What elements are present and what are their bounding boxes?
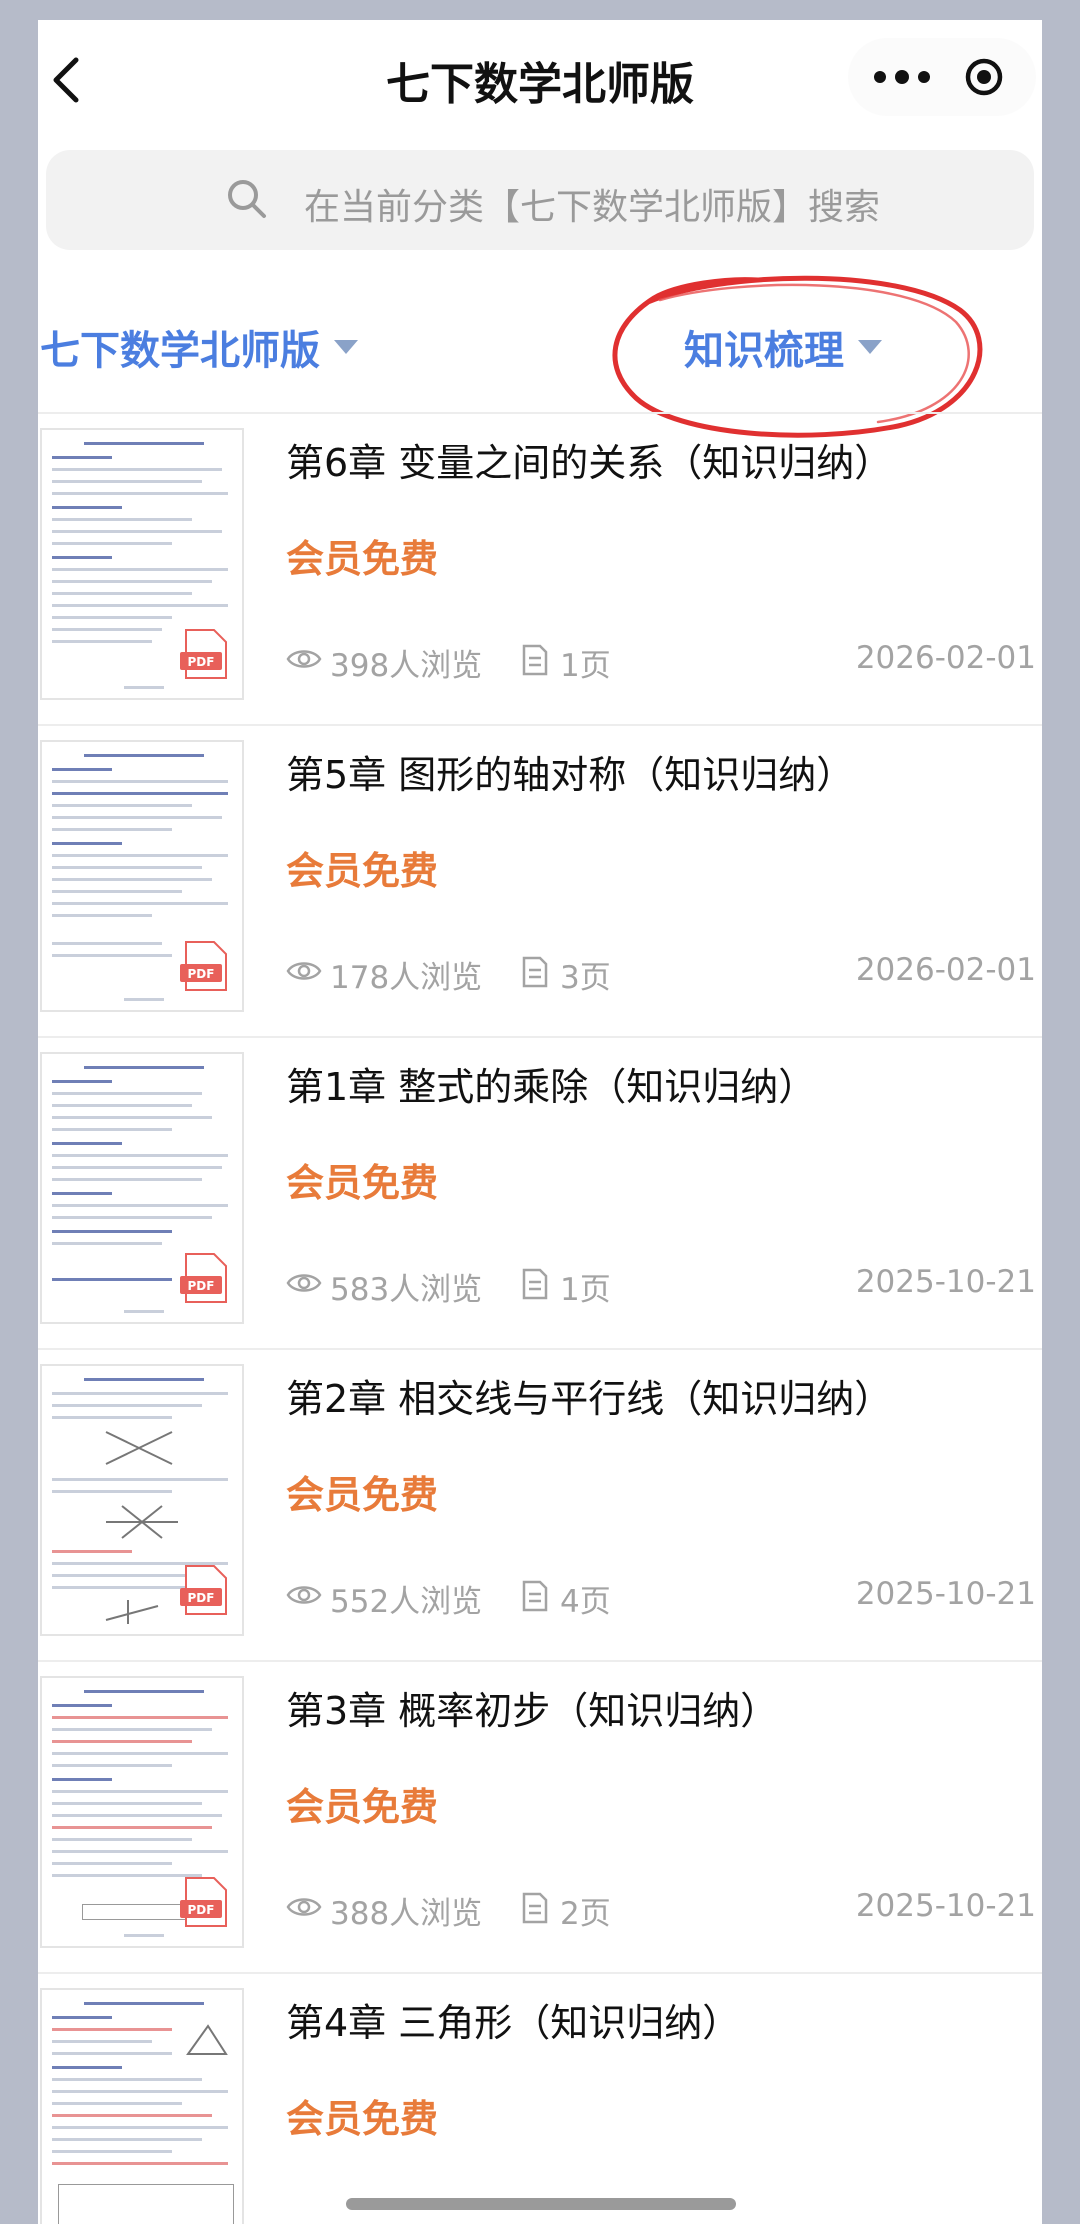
item-title: 第5章 图形的轴对称（知识归纳）	[286, 753, 855, 797]
pdf-badge-label: PDF	[188, 1903, 215, 1917]
view-count: 583人浏览	[330, 1272, 483, 1308]
close-target-icon[interactable]	[964, 57, 1004, 97]
geometry-figure	[105, 1600, 159, 1624]
list-item[interactable]: 第4章 三角形（知识归纳） 会员免费	[38, 1974, 1042, 2224]
list-item[interactable]: PDF 第6章 变量之间的关系（知识归纳） 会员免费 398人浏览 1页 202…	[38, 414, 1042, 726]
table-figure	[58, 2184, 234, 2224]
mini-program-capsule	[848, 38, 1036, 116]
publish-date: 2025-10-21	[855, 1264, 1036, 1300]
search-bar[interactable]: 在当前分类【七下数学北师版】搜索	[46, 150, 1034, 250]
document-thumbnail	[40, 1988, 244, 2224]
document-thumbnail: PDF	[40, 428, 244, 700]
caret-down-icon	[334, 340, 358, 354]
item-price: 会员免费	[286, 1161, 439, 1205]
list-item[interactable]: PDF 第1章 整式的乘除（知识归纳） 会员免费 583人浏览 1页 2025-…	[38, 1038, 1042, 1350]
page-count-icon	[522, 1268, 548, 1300]
navigation-bar: 七下数学北师版	[38, 20, 1042, 138]
pdf-badge-label: PDF	[188, 967, 215, 981]
filter-bar: 七下数学北师版 知识梳理	[38, 266, 1042, 438]
pdf-badge-label: PDF	[188, 1591, 215, 1605]
list-item[interactable]: PDF 第2章 相交线与平行线（知识归纳） 会员免费 552人浏览 4页 202…	[38, 1350, 1042, 1662]
page-count-icon	[522, 1580, 548, 1612]
publish-date: 2025-10-21	[855, 1888, 1036, 1924]
view-count: 388人浏览	[330, 1896, 483, 1932]
page-count-icon	[522, 1892, 548, 1924]
publish-date: 2026-02-01	[855, 952, 1036, 988]
search-icon	[228, 180, 266, 218]
page-count: 2页	[560, 1896, 611, 1932]
category-filter-label: 七下数学北师版	[40, 328, 320, 374]
item-price: 会员免费	[286, 1473, 439, 1517]
eye-icon	[286, 1898, 322, 1916]
eye-icon	[286, 1586, 322, 1604]
home-indicator	[346, 2198, 736, 2210]
search-placeholder: 在当前分类【七下数学北师版】搜索	[304, 187, 881, 228]
document-thumbnail: PDF	[40, 740, 244, 1012]
item-price: 会员免费	[286, 537, 439, 581]
pdf-badge-label: PDF	[188, 1279, 215, 1293]
category-filter[interactable]: 七下数学北师版	[40, 318, 358, 376]
document-thumbnail: PDF	[40, 1676, 244, 1948]
pdf-file-icon: PDF	[180, 629, 227, 679]
geometry-figure	[186, 2024, 228, 2055]
eye-icon	[286, 1274, 322, 1292]
item-meta: 552人浏览 4页 2025-10-21	[286, 1572, 1036, 1622]
page-count: 1页	[560, 648, 611, 684]
item-title: 第2章 相交线与平行线（知识归纳）	[286, 1377, 893, 1421]
item-meta: 398人浏览 1页 2026-02-01	[286, 636, 1036, 686]
pdf-file-icon: PDF	[180, 1253, 227, 1303]
device-frame: 七下数学北师版 在当前分类【七下数学北师版】搜索 七下数学北师版 知识梳理 PD…	[0, 0, 1080, 2224]
page-count-icon	[522, 644, 548, 676]
document-thumbnail: PDF	[40, 1052, 244, 1324]
item-meta: 388人浏览 2页 2025-10-21	[286, 1884, 1036, 1934]
item-price: 会员免费	[286, 1785, 439, 1829]
more-options-icon[interactable]	[862, 38, 942, 116]
eye-icon	[286, 962, 322, 980]
view-count: 178人浏览	[330, 960, 483, 996]
item-title: 第1章 整式的乘除（知识归纳）	[286, 1065, 817, 1109]
pdf-badge-label: PDF	[188, 655, 215, 669]
pdf-file-icon: PDF	[180, 1877, 227, 1927]
list-item[interactable]: PDF 第5章 图形的轴对称（知识归纳） 会员免费 178人浏览 3页 2026…	[38, 726, 1042, 1038]
publish-date: 2026-02-01	[855, 640, 1036, 676]
geometry-figure	[106, 1505, 178, 1539]
app-screen: 七下数学北师版 在当前分类【七下数学北师版】搜索 七下数学北师版 知识梳理 PD…	[38, 20, 1042, 2224]
publish-date: 2025-10-21	[855, 1576, 1036, 1612]
geometry-figure	[105, 1431, 173, 1465]
item-price: 会员免费	[286, 849, 439, 893]
item-meta: 583人浏览 1页 2025-10-21	[286, 1260, 1036, 1310]
item-price: 会员免费	[286, 2097, 439, 2141]
eye-icon	[286, 650, 322, 668]
view-count: 552人浏览	[330, 1584, 483, 1620]
item-title: 第3章 概率初步（知识归纳）	[286, 1689, 779, 1733]
document-thumbnail: PDF	[40, 1364, 244, 1636]
page-count: 4页	[560, 1584, 611, 1620]
page-count-icon	[522, 956, 548, 988]
item-title: 第6章 变量之间的关系（知识归纳）	[286, 441, 893, 485]
page-count: 3页	[560, 960, 611, 996]
pdf-file-icon: PDF	[180, 941, 227, 991]
view-count: 398人浏览	[330, 648, 483, 684]
item-title: 第4章 三角形（知识归纳）	[286, 2001, 741, 2045]
page-count: 1页	[560, 1272, 611, 1308]
list-item[interactable]: PDF 第3章 概率初步（知识归纳） 会员免费 388人浏览 2页 2025-1…	[38, 1662, 1042, 1974]
item-meta: 178人浏览 3页 2026-02-01	[286, 948, 1036, 998]
pdf-file-icon: PDF	[180, 1565, 227, 1615]
